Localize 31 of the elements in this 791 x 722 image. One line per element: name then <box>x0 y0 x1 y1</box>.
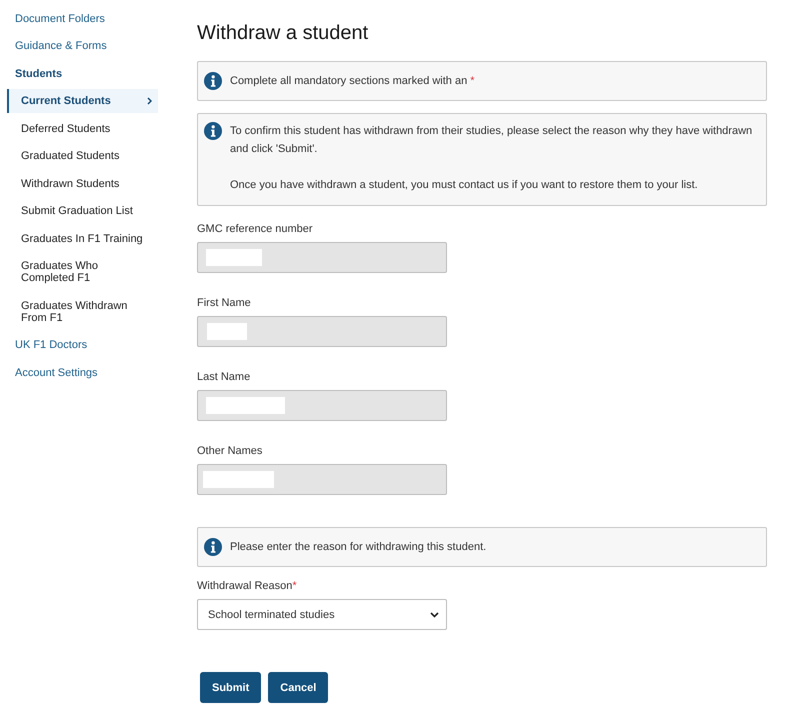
notice-text: To confirm this student has withdrawn from their studies, please select the reason why they have withdrawn and click 'Submit'. <box>230 124 754 157</box>
info-icon <box>204 538 222 556</box>
sidebar-item[interactable]: Withdrawn Students <box>7 172 158 196</box>
field-label: Withdrawal Reason* <box>197 579 297 594</box>
notice-text: Complete all mandatory sections marked with an * <box>230 74 475 89</box>
info-icon <box>204 122 222 140</box>
sidebar-item[interactable]: Graduates In F1 Training <box>7 226 158 251</box>
sidebar-link[interactable]: UK F1 Doctors <box>15 339 88 352</box>
field-label: Other Names <box>197 444 262 459</box>
info-icon <box>204 72 222 90</box>
page-title: Withdraw a student <box>197 21 370 46</box>
field-label: First Name <box>197 296 251 311</box>
chevron-right-icon <box>147 97 152 106</box>
submit-button[interactable]: Submit <box>200 672 262 703</box>
notice-text: Please enter the reason for withdrawing this student. <box>230 540 486 555</box>
sidebar-link[interactable]: Document Folders <box>15 12 105 25</box>
sidebar-item[interactable]: Deferred Students <box>7 116 158 141</box>
sidebar-item[interactable]: Graduates Who Completed F1 <box>7 254 158 290</box>
field-label: Last Name <box>197 370 250 385</box>
dropdown[interactable]: School terminated studies <box>197 599 447 630</box>
sidebar-item[interactable]: Current Students <box>7 89 158 114</box>
sidebar-link[interactable]: Students <box>15 68 62 80</box>
sidebar-item[interactable]: Graduates Withdrawn From F1 <box>7 294 158 330</box>
field-label: GMC reference number <box>197 222 313 237</box>
sidebar-item[interactable]: Submit Graduation List <box>7 199 158 224</box>
sidebar-link[interactable]: Account Settings <box>15 366 98 379</box>
sidebar-link[interactable]: Guidance & Forms <box>15 40 107 52</box>
chevron-down-icon <box>430 612 439 618</box>
sidebar-item[interactable]: Graduated Students <box>7 144 158 168</box>
cancel-button[interactable]: Cancel <box>268 672 328 703</box>
notice-text: Once you have withdrawn a student, you must contact us if you want to restore them to your list. <box>230 178 698 193</box>
